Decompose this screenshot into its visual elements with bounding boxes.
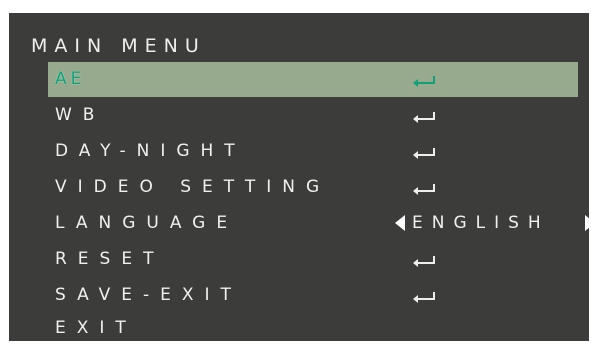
- right-arrow-icon[interactable]: [585, 215, 589, 231]
- menu-item-exit[interactable]: EXIT: [48, 311, 578, 341]
- menu-item-video-setting[interactable]: VIDEO SETTING: [48, 170, 578, 205]
- menu-item-save-exit[interactable]: SAVE-EXIT: [48, 278, 578, 313]
- enter-return-icon: [413, 148, 435, 159]
- enter-return-icon: [413, 292, 435, 303]
- menu-item-day-night[interactable]: DAY-NIGHT: [48, 134, 578, 169]
- enter-return-icon: [413, 112, 435, 123]
- enter-return-icon: [413, 256, 435, 267]
- menu-item-label: EXIT: [55, 318, 137, 338]
- menu-item-ae[interactable]: AE: [48, 62, 578, 97]
- menu-item-wb[interactable]: WB: [48, 98, 578, 133]
- language-value: ENGLISH: [412, 213, 550, 233]
- menu-item-label: DAY-NIGHT: [55, 141, 246, 161]
- menu-item-label: WB: [55, 105, 106, 125]
- menu-item-language[interactable]: LANGUAGE ENGLISH: [48, 206, 589, 241]
- menu-title: MAIN MENU: [31, 35, 206, 57]
- menu-item-label: AE: [55, 69, 86, 89]
- menu-item-reset[interactable]: RESET: [48, 242, 578, 277]
- menu-item-label: SAVE-EXIT: [55, 285, 242, 305]
- left-arrow-icon[interactable]: [395, 215, 405, 231]
- enter-return-icon: [413, 76, 435, 87]
- menu-item-label: RESET: [55, 249, 165, 269]
- enter-return-icon: [413, 184, 435, 195]
- menu-item-label: LANGUAGE: [55, 213, 239, 233]
- osd-main-menu: MAIN MENU AE WB DAY-NIGHT VIDEO SETTING …: [9, 13, 589, 341]
- menu-item-label: VIDEO SETTING: [55, 177, 331, 197]
